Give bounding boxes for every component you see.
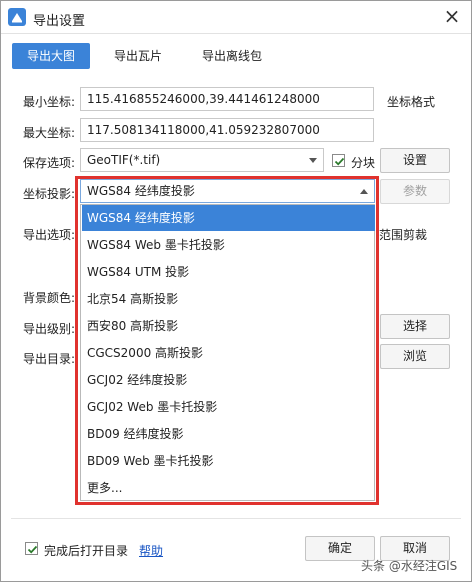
tile-label: 分块 — [351, 156, 376, 170]
export-settings-dialog: 导出设置 × 导出大图 导出瓦片 导出离线包 最小坐标: 115.4168552… — [0, 0, 472, 582]
export-dir-label: 导出目录: — [23, 352, 76, 366]
browse-button[interactable]: 浏览 — [380, 344, 450, 369]
footer-divider — [11, 518, 461, 519]
projection-option[interactable]: BD09 Web 墨卡托投影 — [82, 448, 375, 474]
min-coord-label: 最小坐标: — [23, 95, 76, 109]
bg-color-label: 背景颜色: — [23, 291, 76, 305]
open-dir-checkbox[interactable] — [25, 542, 38, 555]
settings-button[interactable]: 设置 — [380, 148, 450, 173]
tab-export-offline-package[interactable]: 导出离线包 — [184, 43, 280, 69]
projection-dropdown-list: WGS84 经纬度投影 WGS84 Web 墨卡托投影 WGS84 UTM 投影… — [80, 204, 375, 501]
projection-option[interactable]: CGCS2000 高斯投影 — [82, 340, 375, 366]
tile-checkbox[interactable] — [332, 154, 345, 167]
save-option-label: 保存选项: — [23, 156, 76, 170]
projection-option[interactable]: WGS84 经纬度投影 — [82, 205, 375, 231]
title-bar: 导出设置 × — [1, 1, 471, 34]
watermark-text: 头条 @水经注GIS — [361, 559, 458, 573]
app-logo-icon — [8, 8, 26, 26]
projection-option[interactable]: BD09 经纬度投影 — [82, 421, 375, 447]
coord-format-label[interactable]: 坐标格式 — [387, 93, 435, 110]
projection-value: WGS84 经纬度投影 — [87, 184, 195, 198]
check-icon — [27, 545, 38, 554]
min-coord-input[interactable]: 115.416855246000,39.441461248000 — [80, 87, 374, 111]
projection-option[interactable]: 西安80 高斯投影 — [82, 313, 375, 339]
projection-label: 坐标投影: — [23, 187, 76, 201]
projection-select[interactable]: WGS84 经纬度投影 — [80, 179, 375, 203]
export-option-label: 导出选项: — [23, 228, 76, 242]
chevron-down-icon — [309, 158, 317, 163]
tab-export-image[interactable]: 导出大图 — [12, 43, 90, 69]
tab-export-tiles[interactable]: 导出瓦片 — [100, 43, 176, 69]
projection-option[interactable]: GCJ02 经纬度投影 — [82, 367, 375, 393]
help-link[interactable]: 帮助 — [139, 542, 163, 559]
projection-option[interactable]: 北京54 高斯投影 — [82, 286, 375, 312]
params-button[interactable]: 参数 — [380, 179, 450, 204]
check-icon — [334, 157, 345, 166]
window-title: 导出设置 — [33, 14, 86, 29]
projection-option[interactable]: WGS84 Web 墨卡托投影 — [82, 232, 375, 258]
save-option-select[interactable]: GeoTIF(*.tif) — [80, 148, 324, 172]
select-level-button[interactable]: 选择 — [380, 314, 450, 339]
crop-option-label-fragment[interactable]: 范围剪裁 — [379, 226, 427, 243]
open-dir-label: 完成后打开目录 — [44, 544, 129, 558]
projection-option-more[interactable]: 更多... — [82, 475, 375, 501]
projection-option[interactable]: WGS84 UTM 投影 — [82, 259, 375, 285]
max-coord-label: 最大坐标: — [23, 126, 76, 140]
max-coord-input[interactable]: 117.508134118000,41.059232807000 — [80, 118, 374, 142]
export-level-label: 导出级别: — [23, 322, 76, 336]
save-option-value: GeoTIF(*.tif) — [87, 153, 161, 167]
projection-option[interactable]: GCJ02 Web 墨卡托投影 — [82, 394, 375, 420]
chevron-up-icon — [360, 189, 368, 194]
close-icon[interactable]: × — [441, 6, 463, 28]
